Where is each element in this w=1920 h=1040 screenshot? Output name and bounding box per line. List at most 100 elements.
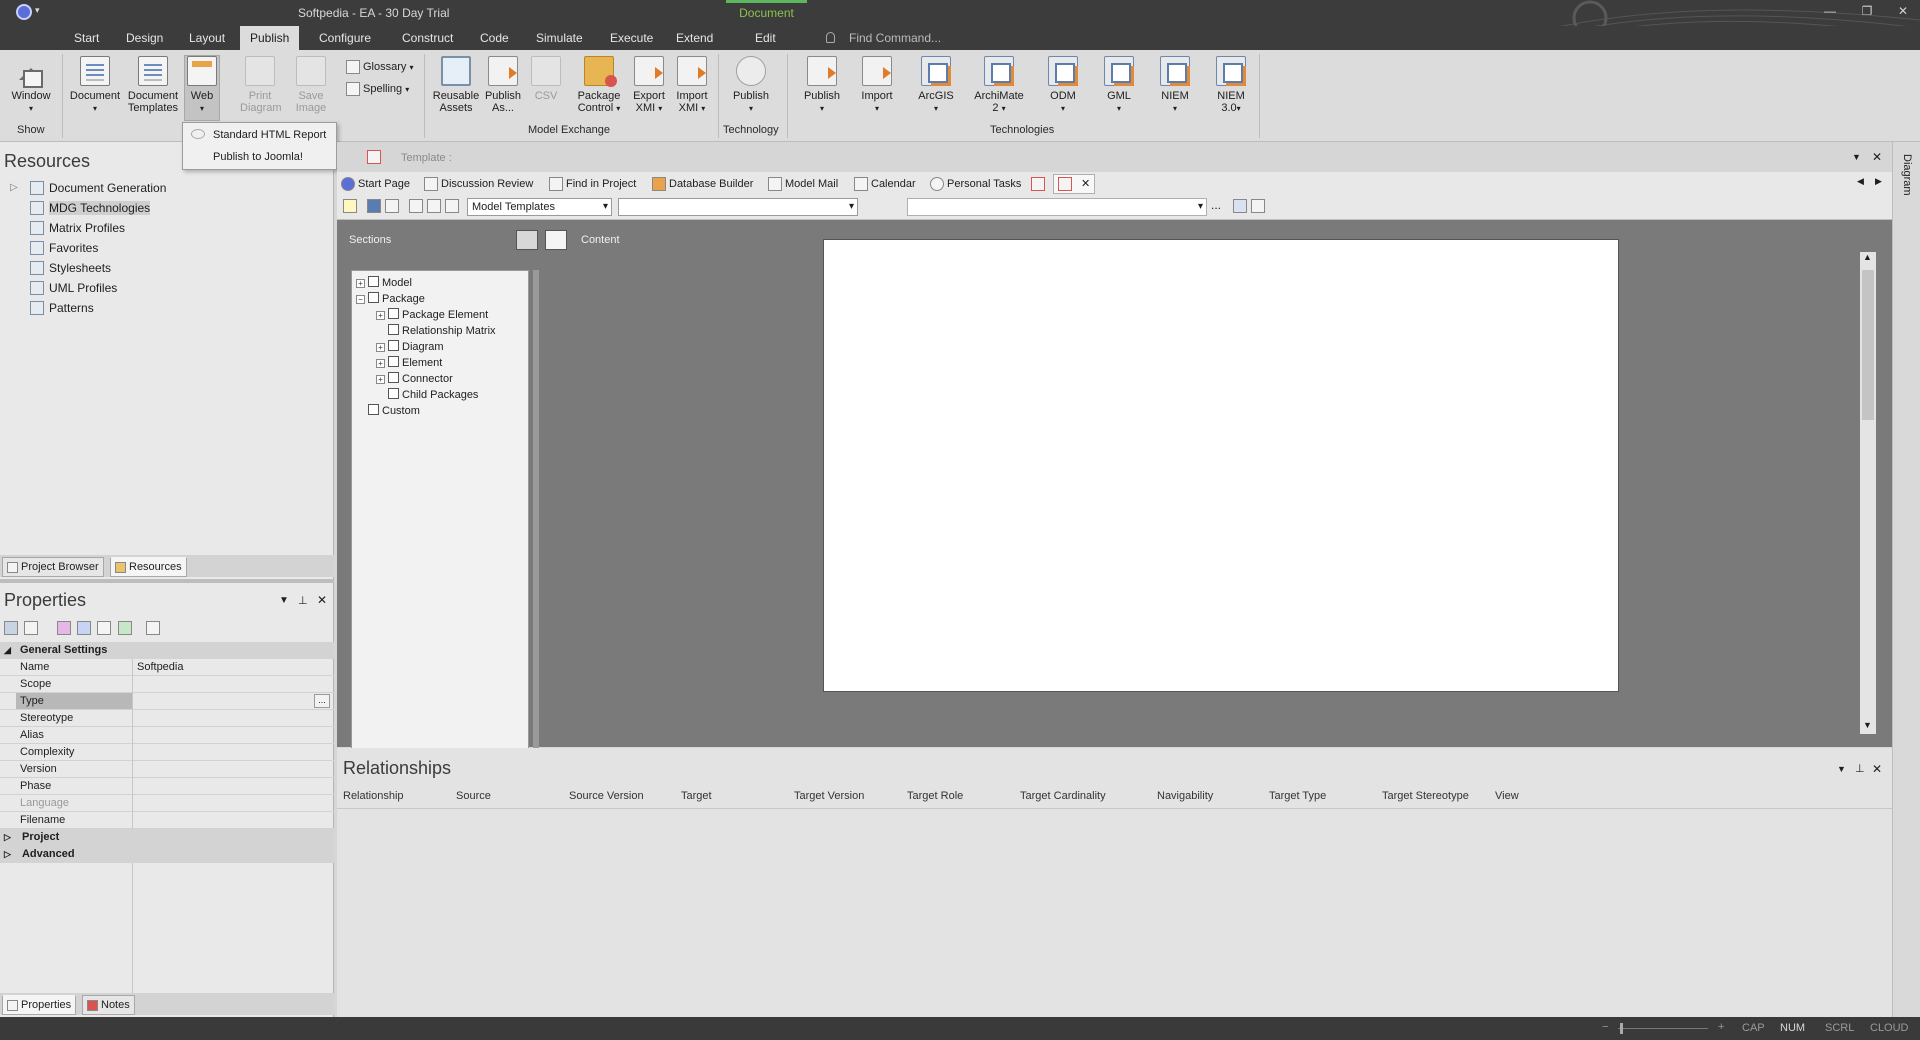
prop-row-language[interactable]: Language [0, 795, 334, 812]
prop-row-alias[interactable]: Alias [0, 727, 334, 744]
section-row[interactable]: Custom [356, 403, 420, 419]
section-checkbox[interactable] [368, 292, 379, 303]
editor-menu-chevron-icon[interactable]: ▼ [1852, 152, 1861, 162]
scroll-tabs-right-icon[interactable]: ▶ [1875, 176, 1882, 187]
tab-personal-tasks[interactable]: Personal Tasks [930, 175, 1021, 193]
prop-row-name[interactable]: Name Softpedia [0, 659, 334, 676]
search-template-icon[interactable] [427, 199, 441, 213]
import-technologies-button[interactable]: Import ▾ [852, 56, 902, 115]
tab-resources[interactable]: Resources [110, 557, 187, 577]
section-row[interactable]: + Connector [376, 371, 453, 387]
menu-layout[interactable]: Layout [179, 26, 235, 50]
tab-document-template[interactable] [1031, 175, 1048, 193]
section-checkbox[interactable] [368, 276, 379, 287]
sort-alpha-icon[interactable] [24, 620, 39, 635]
section-expand-toggle[interactable]: + [356, 279, 365, 288]
app-menu-chevron-icon[interactable]: ▾ [35, 5, 40, 16]
find-command-input[interactable]: Find Command... [849, 26, 941, 50]
settings-icon[interactable] [97, 620, 112, 635]
group-advanced[interactable]: ▷ Advanced [0, 846, 334, 863]
column-header[interactable]: Target Stereotype [1382, 790, 1469, 802]
menu-simulate[interactable]: Simulate [526, 26, 593, 50]
diagram-side-tab[interactable]: Diagram [1901, 154, 1913, 196]
scroll-up-icon[interactable]: ▲ [1863, 252, 1872, 262]
resource-item-favorites[interactable]: Favorites [30, 239, 98, 257]
editor-close-icon[interactable]: ✕ [1872, 150, 1882, 164]
section-expand-toggle[interactable]: + [376, 343, 385, 352]
section-checkbox[interactable] [388, 308, 399, 319]
scroll-down-icon[interactable]: ▼ [1863, 720, 1872, 730]
column-header[interactable]: Target Cardinality [1020, 790, 1106, 802]
check-icon[interactable] [77, 620, 92, 635]
column-header[interactable]: Source [456, 790, 491, 802]
show-tags-icon[interactable] [56, 620, 71, 635]
tab-discussion-review[interactable]: Discussion Review [424, 175, 533, 193]
minimize-button[interactable]: — [1815, 4, 1845, 20]
tab-project-browser[interactable]: Project Browser [2, 557, 104, 577]
gml-button[interactable]: GML ▾ [1096, 56, 1142, 115]
column-header[interactable]: Target Role [907, 790, 963, 802]
arcgis-button[interactable]: ArcGIS ▾ [913, 56, 959, 115]
menu-construct[interactable]: Construct [392, 26, 463, 50]
menu-edit[interactable]: Edit [745, 26, 786, 50]
calendar-toolbar-icon[interactable] [1233, 199, 1247, 213]
section-expand-toggle[interactable]: + [376, 311, 385, 320]
app-logo-icon[interactable] [16, 4, 32, 20]
menu-publish[interactable]: Publish [240, 26, 300, 50]
section-checkbox[interactable] [388, 372, 399, 383]
section-row[interactable]: + Model [356, 275, 412, 291]
section-checkbox[interactable] [388, 340, 399, 351]
archimate-button[interactable]: ArchiMate 2 ▾ [970, 56, 1028, 115]
import-icon[interactable] [409, 199, 423, 213]
column-header[interactable]: Target Type [1269, 790, 1326, 802]
tab-close-icon[interactable]: ✕ [1081, 178, 1090, 190]
section-row[interactable]: + Package Element [376, 307, 488, 323]
resource-item-stylesheets[interactable]: Stylesheets [30, 259, 111, 277]
publish-technologies-button[interactable]: Publish ▾ [796, 56, 848, 115]
reusable-assets-button[interactable]: Reusable Assets [430, 56, 482, 114]
section-row[interactable]: + Diagram [376, 339, 444, 355]
menu-design[interactable]: Design [116, 26, 173, 50]
section-row[interactable]: − Package [356, 291, 425, 307]
group-project[interactable]: ▷ Project [0, 829, 334, 846]
spelling-button[interactable]: Spelling ▾ [346, 82, 409, 96]
section-checkbox[interactable] [388, 324, 399, 335]
zoom-slider-thumb[interactable] [1620, 1023, 1623, 1034]
print-diagram-button[interactable]: Print Diagram [240, 56, 282, 114]
menu-extend[interactable]: Extend [666, 26, 723, 50]
csv-button[interactable]: CSV [528, 56, 564, 102]
content-page[interactable] [823, 239, 1619, 692]
tab-find-in-project[interactable]: Find in Project [549, 175, 636, 193]
column-header[interactable]: Relationship [343, 790, 404, 802]
prop-row-stereotype[interactable]: Stereotype [0, 710, 334, 727]
tab-calendar[interactable]: Calendar [854, 175, 916, 193]
odm-button[interactable]: ODM ▾ [1040, 56, 1086, 115]
column-header[interactable]: Source Version [569, 790, 644, 802]
prop-row-phase[interactable]: Phase [0, 778, 334, 795]
type-browse-button[interactable]: ... [314, 694, 330, 708]
section-checkbox[interactable] [368, 404, 379, 415]
menu-start[interactable]: Start [64, 26, 109, 50]
export-xmi-button[interactable]: Export XMI ▾ [627, 56, 671, 115]
section-expand-toggle[interactable]: − [356, 295, 365, 304]
section-row[interactable]: Child Packages [376, 387, 478, 403]
template-name-select[interactable] [618, 198, 858, 216]
copy-icon[interactable] [385, 199, 399, 213]
glossary-button[interactable]: Glossary ▾ [346, 60, 413, 74]
section-checkbox[interactable] [388, 356, 399, 367]
restore-button[interactable]: ❐ [1852, 4, 1882, 20]
section-row[interactable]: + Element [376, 355, 442, 371]
template-path-field[interactable] [907, 198, 1207, 216]
section-row[interactable]: Relationship Matrix [376, 323, 496, 339]
document-button[interactable]: Document ▾ [68, 56, 122, 115]
section-expand-toggle[interactable]: + [376, 375, 385, 384]
content-vertical-scrollbar[interactable]: ▲ ▼ [1860, 252, 1876, 734]
save-image-button[interactable]: Save Image [291, 56, 331, 114]
menu-item-standard-html-report[interactable]: Standard HTML Report [213, 129, 326, 141]
menu-configure[interactable]: Configure [309, 26, 381, 50]
scroll-tabs-left-icon[interactable]: ◀ [1857, 176, 1864, 187]
tab-model-mail[interactable]: Model Mail [768, 175, 838, 193]
categorized-view-icon[interactable] [4, 620, 18, 635]
template-category-select[interactable]: Model Templates [467, 198, 612, 216]
browse-ellipsis-button[interactable]: ... [1211, 198, 1221, 212]
